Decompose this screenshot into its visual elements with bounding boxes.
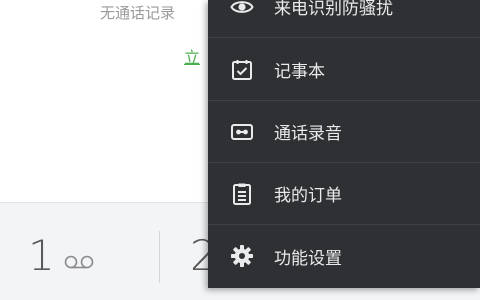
overflow-menu: 来电识别防骚扰 记事本 通话录音 我的订单 功能设置 <box>208 0 480 288</box>
empty-call-log-message: 无通话记录 <box>100 4 176 22</box>
voicemail-icon <box>63 254 97 273</box>
recording-icon <box>230 120 254 144</box>
menu-item-label: 功能设置 <box>274 248 342 269</box>
dialpad-divider <box>159 231 160 283</box>
menu-item-caller-id[interactable]: 来电识别防骚扰 <box>208 0 480 38</box>
menu-item-call-recording[interactable]: 通话录音 <box>208 101 480 163</box>
dial-key-digit: 1 <box>28 231 55 280</box>
menu-item-notepad[interactable]: 记事本 <box>208 39 480 101</box>
action-link[interactable]: 立 <box>184 44 200 68</box>
menu-item-settings[interactable]: 功能设置 <box>208 225 480 287</box>
menu-item-label: 来电识别防骚扰 <box>274 0 393 19</box>
notepad-check-icon <box>230 58 254 82</box>
menu-item-label: 通话录音 <box>274 124 342 144</box>
menu-item-label: 记事本 <box>274 62 325 82</box>
order-list-icon <box>230 182 254 206</box>
gear-icon <box>230 244 254 268</box>
dial-key-1[interactable]: 1 <box>28 235 97 277</box>
eye-icon <box>230 0 254 19</box>
menu-item-label: 我的订单 <box>274 186 342 206</box>
menu-item-my-orders[interactable]: 我的订单 <box>208 163 480 225</box>
